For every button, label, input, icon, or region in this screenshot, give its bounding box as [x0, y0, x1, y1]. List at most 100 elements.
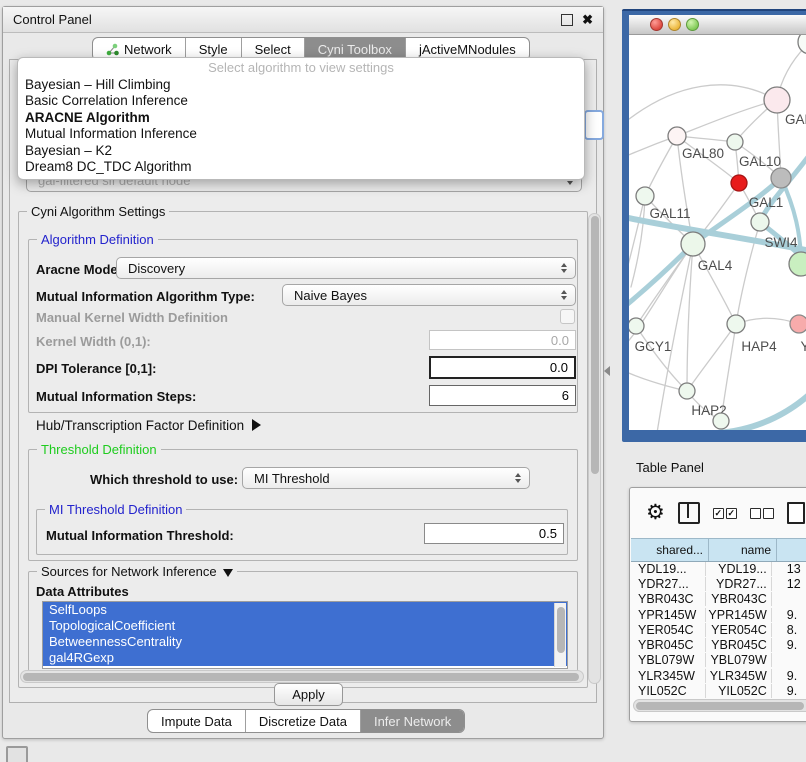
table-cell: YIL052C — [706, 684, 772, 698]
network-node[interactable] — [679, 383, 695, 399]
apply-button[interactable]: Apply — [274, 683, 343, 706]
mi-algorithm-type-label: Mutual Information Algorithm Type: — [36, 289, 255, 304]
attribute-list-item[interactable]: TopologicalCoefficient — [43, 618, 567, 634]
network-node[interactable] — [798, 35, 806, 54]
settings-hscroll-thumb[interactable] — [23, 673, 579, 681]
dpi-tolerance-input[interactable] — [429, 356, 576, 379]
table-row[interactable]: YIL052CYIL052C9. — [631, 683, 806, 698]
mi-threshold-input[interactable] — [424, 523, 564, 544]
network-icon — [106, 43, 119, 56]
table-row[interactable]: YER054CYER054C8. — [631, 622, 806, 637]
table-cell: 13 — [772, 562, 806, 576]
settings-vscroll-track — [588, 213, 601, 684]
float-window-icon[interactable] — [561, 14, 573, 26]
network-edge — [631, 196, 645, 287]
node-label: GCY1 — [635, 339, 672, 354]
table-cell: YBL079W — [706, 653, 772, 667]
network-node[interactable] — [727, 315, 745, 333]
new-table-icon[interactable] — [787, 502, 805, 524]
tab-label: Select — [255, 42, 291, 57]
network-node[interactable] — [751, 213, 769, 231]
table-body: YDL19...YDL19...13YDR27...YDR27...12YBR0… — [631, 561, 806, 699]
node-label: GAL1 — [749, 195, 784, 210]
network-node[interactable] — [731, 175, 747, 191]
network-edge — [636, 326, 687, 391]
table-row[interactable]: YDL19...YDL19...13 — [631, 561, 806, 576]
network-view-titlebar[interactable] — [629, 15, 806, 35]
attribute-list-item[interactable]: BetweennessCentrality — [43, 634, 567, 650]
attribute-list-item[interactable]: SelfLoops — [43, 602, 567, 618]
table-row[interactable]: YPR145WYPR145W9. — [631, 607, 806, 622]
aracne-mode-label: Aracne Mode: — [36, 262, 122, 277]
tab-impute-data[interactable]: Impute Data — [148, 710, 245, 732]
minimized-panel-icon[interactable] — [6, 746, 28, 762]
network-node[interactable] — [668, 127, 686, 145]
dropdown-item[interactable]: Mutual Information Inference — [18, 126, 584, 142]
table-row[interactable]: YLR345WYLR345W9. — [631, 668, 806, 683]
algorithm-dropdown-popup: Select algorithm to view settings Bayesi… — [17, 57, 585, 180]
splitter-grip[interactable] — [604, 366, 610, 376]
network-node[interactable] — [629, 318, 644, 334]
table-cell: YDR27... — [706, 577, 772, 591]
mi-threshold-title: MI Threshold Definition — [45, 502, 186, 517]
dropdown-item[interactable]: Basic Correlation Inference — [18, 93, 584, 109]
aracne-mode-combobox[interactable]: Discovery — [116, 257, 576, 279]
settings-vscroll-thumb[interactable] — [591, 216, 599, 474]
table-column-header[interactable] — [777, 539, 806, 561]
hub-definition-toggle[interactable]: Hub/Transcription Factor Definition — [36, 418, 261, 433]
network-node[interactable] — [789, 252, 806, 276]
table-column-header[interactable]: shared... — [631, 539, 709, 561]
tab-discretize-data[interactable]: Discretize Data — [245, 710, 360, 732]
attribute-list-item[interactable]: gal4RGexp — [43, 650, 567, 666]
table-cell: YIL052C — [631, 684, 706, 698]
table-panel-window: ⚙ ✓✓ shared...name YDL19...YDL19...13YDR… — [629, 487, 806, 722]
table-cell: YPR145W — [631, 608, 706, 622]
dropdown-item[interactable]: ARACNE Algorithm — [18, 110, 584, 126]
mi-threshold-label: Mutual Information Threshold: — [46, 528, 234, 543]
dropdown-item[interactable]: Bayesian – Hill Climbing — [18, 77, 584, 93]
list-scrollbar-thumb[interactable] — [557, 607, 565, 653]
deselect-all-columns-icon[interactable] — [750, 508, 774, 519]
gear-icon[interactable]: ⚙ — [646, 503, 665, 523]
network-node[interactable] — [771, 168, 791, 188]
network-edge-highlighted — [717, 393, 806, 430]
dropdown-placeholder: Select algorithm to view settings — [18, 58, 584, 77]
sources-group-toggle[interactable]: Sources for Network Inference — [37, 564, 237, 579]
node-label: GAL80 — [682, 146, 724, 161]
tab-label: Discretize Data — [259, 714, 347, 729]
table-hscroll-thumb[interactable] — [636, 702, 804, 710]
mac-zoom-button[interactable] — [686, 18, 699, 31]
focused-spinner-fragment[interactable] — [584, 110, 604, 140]
select-all-columns-icon[interactable]: ✓✓ — [713, 508, 737, 519]
split-columns-icon[interactable] — [678, 502, 700, 524]
tab-infer-network[interactable]: Infer Network — [360, 710, 464, 732]
spinner-arrows-icon — [561, 263, 567, 273]
data-attributes-list: SelfLoopsTopologicalCoefficientBetweenne… — [42, 601, 568, 669]
dropdown-item[interactable]: Dream8 DC_TDC Algorithm — [18, 159, 584, 175]
network-node[interactable] — [636, 187, 654, 205]
network-node[interactable] — [727, 134, 743, 150]
mac-close-button[interactable] — [650, 18, 663, 31]
table-column-header[interactable]: name — [709, 539, 777, 561]
mi-algorithm-type-combobox[interactable]: Naive Bayes — [282, 284, 576, 306]
table-row[interactable]: YBR043CYBR043C — [631, 592, 806, 607]
dropdown-item[interactable]: Bayesian – K2 — [18, 143, 584, 159]
network-edge — [687, 324, 736, 391]
network-canvas[interactable]: GALGAL80GAL10GAL1GAL11SWI4GAL4GCY1HAP4YH… — [629, 35, 806, 430]
kernel-width-input[interactable] — [429, 330, 576, 350]
node-label: GAL10 — [739, 154, 781, 169]
window-title: Control Panel — [13, 12, 92, 27]
table-row[interactable]: YDR27...YDR27...12 — [631, 576, 806, 591]
network-node[interactable] — [790, 315, 806, 333]
manual-kernel-width-checkbox[interactable] — [560, 309, 575, 324]
close-window-icon[interactable]: ✖ — [582, 15, 593, 25]
table-row[interactable]: YBL079WYBL079W — [631, 653, 806, 668]
network-node[interactable] — [764, 87, 790, 113]
table-row[interactable]: YBR045CYBR045C9. — [631, 637, 806, 652]
mi-steps-input[interactable] — [429, 385, 576, 406]
network-node[interactable] — [681, 232, 705, 256]
which-threshold-combobox[interactable]: MI Threshold — [242, 467, 530, 489]
mac-minimize-button[interactable] — [668, 18, 681, 31]
network-node[interactable] — [713, 413, 729, 429]
table-cell: 9. — [772, 669, 806, 683]
